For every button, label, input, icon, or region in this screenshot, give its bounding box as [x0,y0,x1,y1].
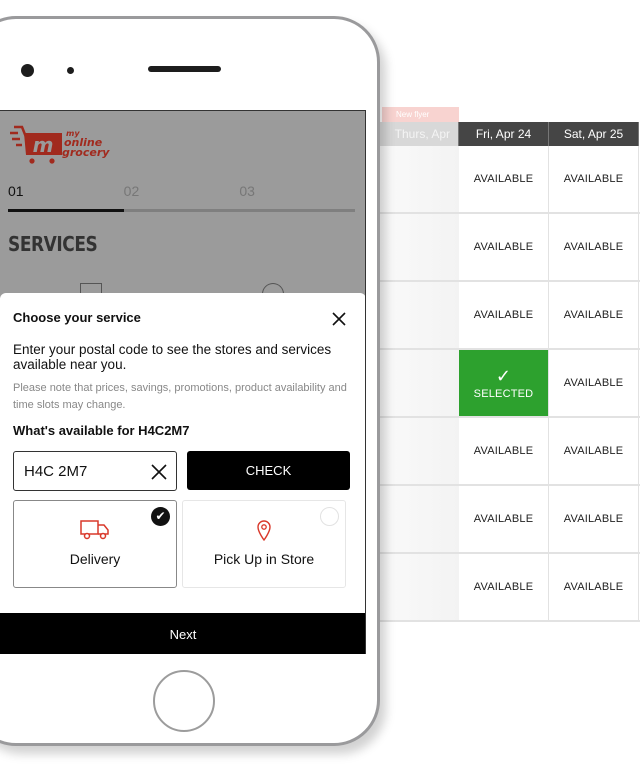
slots-body: AVAILABLE AVAILABLE AVAILABLE AVAILABLE AVAI… [380,146,640,622]
modal-title: Choose your service [13,310,141,325]
slot-cell-available[interactable]: AVAILABLE [459,554,549,620]
slot-cell-available[interactable]: AVAILABLE [549,146,639,212]
day-header: Fri, Apr 24 [459,122,549,146]
day-header: Sat, Apr 25 [549,122,639,146]
slot-row: ✓ SELECTED AVAILABLE [380,350,640,418]
slot-status: AVAILABLE [473,241,534,253]
slot-status: SELECTED [473,387,534,400]
slot-row: AVAILABLE AVAILABLE [380,486,640,554]
slot-status: AVAILABLE [473,445,534,457]
faded-slot-cell [380,146,459,212]
faded-slot-cell [380,214,459,280]
clear-input-icon[interactable] [150,463,168,481]
slot-status: AVAILABLE [473,513,534,525]
step-1[interactable]: 01 [8,183,124,199]
faded-slot-cell [380,418,459,484]
step-2[interactable]: 02 [124,183,240,199]
step-progress-bar [8,209,355,212]
slot-status: AVAILABLE [563,513,624,525]
slot-cell-selected[interactable]: ✓ SELECTED [459,350,549,416]
svg-text:grocery: grocery [62,146,110,159]
sensor [67,67,74,74]
earpiece-speaker [148,66,221,72]
faded-slot-cell [380,486,459,552]
checkout-steps: 01 02 03 [8,183,355,199]
slot-cell-available[interactable]: AVAILABLE [459,486,549,552]
metro-logo: m my online grocery [10,125,110,164]
faded-slot-cell [380,350,459,416]
truck-icon [80,520,109,540]
modal-intro: Enter your postal code to see the stores… [13,342,332,372]
slot-status: AVAILABLE [563,581,624,593]
slot-status: AVAILABLE [473,173,534,185]
svg-text:m: m [33,133,54,157]
step-3[interactable]: 03 [239,183,355,199]
slot-row: AVAILABLE AVAILABLE [380,146,640,214]
slot-row: AVAILABLE AVAILABLE [380,214,640,282]
slot-status: AVAILABLE [473,309,534,321]
slot-status: AVAILABLE [563,445,624,457]
new-flyer-tag[interactable]: New flyer [382,107,459,122]
checkmark-icon: ✓ [495,365,512,386]
slot-cell-available[interactable]: AVAILABLE [459,214,549,280]
faded-slot-cell [380,282,459,348]
slot-cell-available[interactable]: AVAILABLE [549,554,639,620]
slot-status: AVAILABLE [563,241,624,253]
modal-note: Please note that prices, savings, promot… [13,382,347,411]
slot-row: AVAILABLE AVAILABLE [380,418,640,486]
service-label: Pick Up in Store [213,551,315,567]
selected-check-icon: ✔ [151,507,170,526]
slot-cell-available[interactable]: AVAILABLE [459,282,549,348]
section-title: SERVICES [8,232,98,256]
map-pin-icon [257,520,271,541]
slot-cell-available[interactable]: AVAILABLE [549,282,639,348]
close-icon[interactable] [330,310,348,328]
unselected-radio-icon [320,507,339,526]
check-button[interactable]: CHECK [187,451,350,490]
service-label: Delivery [69,551,121,567]
day-header: Thurs, Apr 23 [380,122,459,165]
slot-status: AVAILABLE [563,173,624,185]
slots-header: Thurs, Apr 23 Fri, Apr 24 Sat, Apr 25 [380,122,639,165]
front-camera [21,64,34,77]
home-button[interactable] [153,670,215,732]
slot-cell-available[interactable]: AVAILABLE [549,350,639,416]
slot-row: AVAILABLE AVAILABLE [380,554,640,622]
slot-status: AVAILABLE [563,377,624,389]
slot-row: AVAILABLE AVAILABLE [380,282,640,350]
service-option-delivery[interactable]: Delivery ✔ [13,500,177,588]
slot-cell-available[interactable]: AVAILABLE [459,418,549,484]
slot-cell-available[interactable]: AVAILABLE [549,214,639,280]
choose-service-modal: Choose your service Enter your postal co… [0,293,365,613]
slot-status: AVAILABLE [563,309,624,321]
phone-screen: m my online grocery 01 02 03 SERVICES Ch… [0,110,366,654]
next-button[interactable]: Next [0,613,365,654]
step-progress-fill [8,209,124,212]
slot-cell-available[interactable]: AVAILABLE [459,146,549,212]
faded-slot-cell [380,554,459,620]
service-option-pickup[interactable]: Pick Up in Store [182,500,346,588]
slot-status: AVAILABLE [473,581,534,593]
slot-cell-available[interactable]: AVAILABLE [549,418,639,484]
availability-heading: What's available for H4C2M7 [13,423,190,438]
slot-cell-available[interactable]: AVAILABLE [549,486,639,552]
